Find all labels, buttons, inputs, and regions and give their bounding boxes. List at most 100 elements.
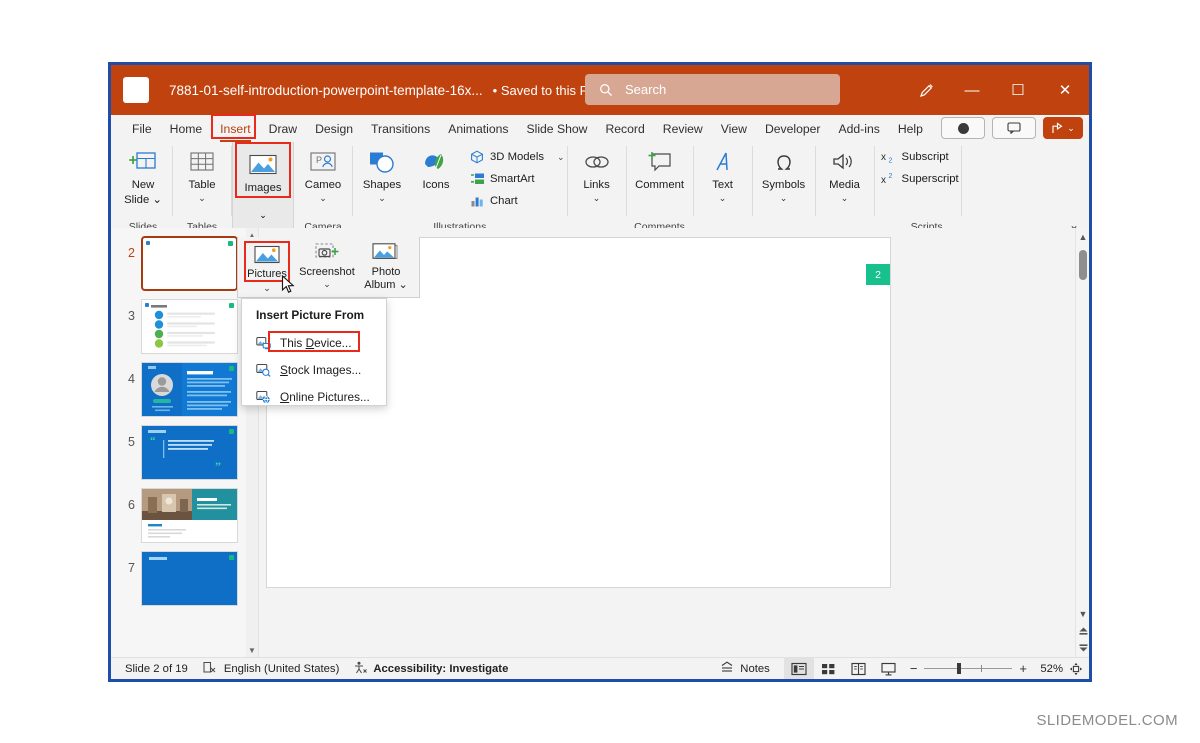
- maximize-button[interactable]: ☐: [995, 65, 1041, 115]
- menu-item-online-pictures[interactable]: Online Pictures...: [242, 383, 386, 410]
- minimize-button[interactable]: —: [949, 65, 995, 115]
- accessibility-status[interactable]: Accessibility: Investigate: [353, 661, 508, 677]
- thumbnail-row[interactable]: 5 “ ”: [111, 417, 258, 480]
- spellcheck-status[interactable]: [202, 661, 216, 677]
- images-caret-icon[interactable]: ⌄: [235, 210, 291, 221]
- menu-item-stock-images[interactable]: Stock Images...: [242, 356, 386, 383]
- zoom-slider-track[interactable]: [924, 663, 1013, 674]
- notes-button[interactable]: Notes: [720, 661, 770, 677]
- thumbnail-number: 2: [128, 246, 135, 260]
- comment-button[interactable]: Comment: [629, 142, 691, 192]
- 3d-models-caret-icon[interactable]: ⌄: [557, 152, 565, 163]
- normal-view-icon: [791, 662, 807, 675]
- text-caret-icon[interactable]: ⌄: [719, 192, 727, 205]
- thumbnail-row[interactable]: 7: [111, 543, 258, 606]
- cameo-button[interactable]: P Cameo ⌄: [296, 142, 350, 205]
- symbols-button[interactable]: Symbols ⌄: [755, 142, 813, 205]
- thumbnail-slide-2[interactable]: [141, 236, 238, 291]
- scroll-down-icon[interactable]: ▼: [1076, 607, 1089, 621]
- tab-design[interactable]: Design: [306, 118, 362, 140]
- photo-album-label-2: Album ⌄: [364, 279, 408, 291]
- table-button[interactable]: Table ⌄: [175, 142, 229, 205]
- thumbnail-slide-7[interactable]: [141, 551, 238, 606]
- tab-home[interactable]: Home: [161, 118, 212, 140]
- tab-animations[interactable]: Animations: [439, 118, 517, 140]
- smartart-button[interactable]: SmartArt: [465, 168, 565, 190]
- links-caret-icon[interactable]: ⌄: [593, 192, 601, 205]
- svg-text:x: x: [881, 152, 886, 163]
- normal-view-button[interactable]: [783, 657, 814, 679]
- insert-tab-highlight-box: [211, 114, 256, 139]
- zoom-out-button[interactable]: −: [910, 661, 918, 676]
- 3d-models-button[interactable]: 3D Models ⌄: [465, 146, 565, 168]
- shapes-caret-icon[interactable]: ⌄: [378, 192, 386, 205]
- images-button[interactable]: Images: [238, 145, 288, 195]
- zoom-level-label[interactable]: 52%: [1033, 663, 1063, 675]
- slide-vertical-scrollbar[interactable]: ▲ ▼: [1075, 228, 1089, 657]
- close-button[interactable]: ✕: [1041, 65, 1089, 115]
- new-slide-button[interactable]: New Slide ⌄: [116, 142, 170, 207]
- document-title: 7881-01-self-introduction-powerpoint-tem…: [169, 82, 483, 98]
- superscript-button[interactable]: x2 Superscript: [877, 168, 959, 190]
- screenshot-button[interactable]: Screenshot ⌄: [296, 239, 358, 297]
- photo-album-label-1: Photo: [371, 266, 401, 278]
- zoom-in-button[interactable]: +: [1019, 661, 1027, 676]
- tab-record[interactable]: Record: [596, 118, 653, 140]
- scroll-up-icon[interactable]: ▲: [1076, 230, 1089, 244]
- saved-status[interactable]: • Saved to this PC: [493, 83, 598, 98]
- 3d-models-icon: [469, 150, 485, 164]
- slide-sorter-button[interactable]: [814, 658, 844, 680]
- tab-review[interactable]: Review: [654, 118, 712, 140]
- thumbnail-slide-6[interactable]: [141, 488, 238, 543]
- thumbnail-number: 6: [128, 498, 135, 512]
- screenshot-caret-icon[interactable]: ⌄: [323, 278, 331, 290]
- links-button[interactable]: Links ⌄: [570, 142, 624, 205]
- previous-slide-button[interactable]: [1076, 624, 1089, 638]
- photo-album-button[interactable]: Photo Album ⌄: [358, 239, 414, 297]
- fit-to-window-button[interactable]: [1063, 658, 1089, 680]
- icons-button[interactable]: Icons: [409, 142, 463, 192]
- tab-help[interactable]: Help: [889, 118, 932, 140]
- search-box[interactable]: Search: [585, 74, 840, 105]
- thumbnail-row[interactable]: 4: [111, 354, 258, 417]
- language-status[interactable]: English (United States): [224, 663, 340, 675]
- slide-count-status[interactable]: Slide 2 of 19: [125, 663, 188, 675]
- thumbnail-slide-4[interactable]: [141, 362, 238, 417]
- tab-transitions[interactable]: Transitions: [362, 118, 439, 140]
- slideshow-button[interactable]: [874, 658, 904, 680]
- pictures-caret-icon[interactable]: ⌄: [263, 282, 271, 294]
- thumbnail-slide-5[interactable]: “ ”: [141, 425, 238, 480]
- tab-add-ins[interactable]: Add-ins: [830, 118, 889, 140]
- tab-slide-show[interactable]: Slide Show: [517, 118, 596, 140]
- subscript-button[interactable]: x2 Subscript: [877, 146, 959, 168]
- table-caret-icon[interactable]: ⌄: [198, 192, 206, 205]
- chart-button[interactable]: Chart: [465, 190, 565, 212]
- scrollbar-thumb[interactable]: [1079, 250, 1087, 280]
- zoom-slider-handle[interactable]: [957, 663, 962, 674]
- shapes-button[interactable]: Shapes ⌄: [355, 142, 409, 205]
- tab-view[interactable]: View: [712, 118, 756, 140]
- media-button[interactable]: Media ⌄: [818, 142, 872, 205]
- search-input[interactable]: Search: [625, 82, 666, 97]
- menu-item-this-device[interactable]: This Device...: [242, 329, 386, 356]
- tab-developer[interactable]: Developer: [756, 118, 830, 140]
- cameo-caret-icon[interactable]: ⌄: [319, 192, 327, 205]
- text-button[interactable]: Text ⌄: [696, 142, 750, 205]
- share-button[interactable]: ⌄: [1043, 117, 1083, 139]
- tab-draw[interactable]: Draw: [260, 118, 306, 140]
- record-button[interactable]: [941, 117, 985, 139]
- ink-pen-icon[interactable]: [903, 65, 949, 115]
- media-caret-icon[interactable]: ⌄: [841, 192, 849, 205]
- thumbnail-slide-3[interactable]: [141, 299, 238, 354]
- thumbnail-scroll-down-icon[interactable]: ▼: [246, 643, 258, 657]
- tab-file[interactable]: File: [123, 118, 161, 140]
- next-slide-button[interactable]: [1076, 640, 1089, 654]
- accessibility-icon: [353, 661, 368, 677]
- reading-view-button[interactable]: [844, 658, 874, 680]
- thumbnail-row[interactable]: 2: [111, 228, 258, 291]
- comments-button[interactable]: [992, 117, 1036, 139]
- symbols-caret-icon[interactable]: ⌄: [780, 192, 788, 205]
- thumbnail-row[interactable]: 6: [111, 480, 258, 543]
- zoom-slider[interactable]: − +: [910, 661, 1027, 676]
- thumbnail-row[interactable]: 3: [111, 291, 258, 354]
